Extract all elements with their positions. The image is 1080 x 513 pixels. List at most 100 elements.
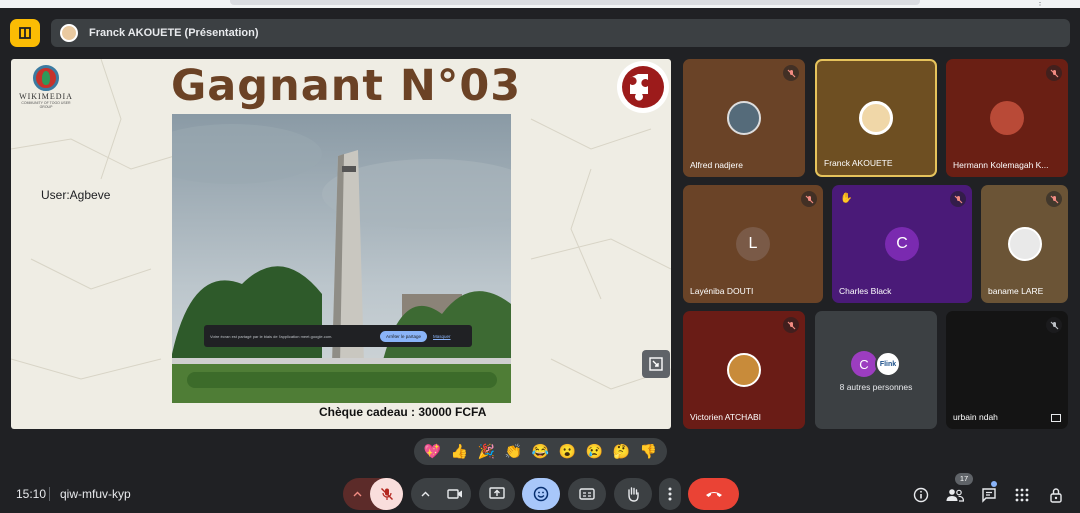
captions-icon	[579, 488, 595, 500]
mic-off-icon	[380, 488, 393, 500]
meeting-code: qiw-mfuv-kyp	[60, 487, 131, 501]
prize-label: Chèque cadeau : 30000 FCFA	[319, 405, 487, 419]
reaction-laugh[interactable]: 😂	[532, 443, 549, 460]
logo-subtitle: COMMUNITY OF TOGO USER GROUP	[21, 101, 71, 109]
others-count-label: 8 autres personnes	[839, 382, 913, 392]
chat-icon	[982, 488, 996, 503]
camera-options-button[interactable]	[417, 486, 433, 502]
end-call-button[interactable]	[688, 478, 739, 510]
more-options-button[interactable]	[659, 478, 681, 510]
browser-top-strip: ⋮	[0, 0, 1080, 8]
presenter-bar: Franck AKOUETE (Présentation)	[51, 19, 1070, 47]
mic-off-icon	[1046, 65, 1062, 81]
participant-tile[interactable]: urbain ndah	[946, 311, 1068, 429]
presenter-avatar	[60, 24, 78, 42]
participant-tile[interactable]: Victorien ATCHABI	[683, 311, 805, 429]
participant-tile[interactable]: L Layéniba DOUTI	[683, 185, 823, 303]
raise-hand-icon	[628, 487, 639, 502]
chat-notification-dot	[991, 481, 997, 487]
end-call-icon	[705, 492, 722, 497]
participant-tile[interactable]: ✋ C Charles Black	[832, 185, 972, 303]
reaction-heart[interactable]: 💖	[424, 443, 441, 460]
wikipedia-puzzle-logo	[617, 61, 669, 113]
reaction-surprised[interactable]: 😮	[559, 443, 576, 460]
winner-username: User:Agbeve	[41, 188, 111, 202]
clock: 15:10	[16, 487, 47, 501]
unpin-presentation-button[interactable]	[642, 350, 670, 378]
avatar	[859, 101, 893, 135]
other-participants-tile[interactable]: C Flink 8 autres personnes	[815, 311, 937, 429]
avatar-letter: L	[736, 227, 770, 261]
mic-off-icon	[1046, 191, 1062, 207]
raise-hand-icon: ✋	[840, 193, 853, 204]
pin-button[interactable]	[10, 19, 40, 47]
participant-name: Alfred nadjere	[690, 160, 743, 170]
chevron-up-icon	[421, 491, 429, 497]
participant-tile-active-speaker[interactable]: Franck AKOUETE	[815, 59, 937, 177]
camera-icon	[446, 489, 462, 499]
host-controls-button[interactable]	[1041, 480, 1071, 510]
presenter-name: Franck AKOUETE (Présentation)	[89, 27, 259, 39]
lock-icon	[1050, 488, 1062, 503]
meeting-details-button[interactable]	[906, 480, 936, 510]
captions-button[interactable]	[568, 478, 606, 510]
participant-name: Victorien ATCHABI	[690, 412, 762, 422]
participant-name: Franck AKOUETE	[824, 158, 893, 168]
slide-title: Gagnant N°03	[171, 61, 522, 111]
apps-icon	[1015, 488, 1029, 502]
sharing-indicator-bar	[230, 0, 920, 5]
emoji-reactions-button[interactable]	[522, 478, 560, 510]
reaction-thumbs-down[interactable]: 👎	[640, 443, 657, 460]
chevron-up-icon	[353, 491, 361, 497]
activities-button[interactable]	[1007, 480, 1037, 510]
hide-notice-link[interactable]: Masquer	[433, 334, 451, 339]
reaction-clap[interactable]: 👏	[505, 443, 522, 460]
puzzle-icon	[622, 66, 664, 108]
raise-hand-button[interactable]	[614, 478, 652, 510]
present-button[interactable]	[479, 478, 515, 510]
presentation-slide: WIKIMEDIA COMMUNITY OF TOGO USER GROUP G…	[11, 59, 671, 429]
emoji-icon	[533, 486, 549, 502]
logo-title: WIKIMEDIA	[19, 92, 73, 101]
people-icon	[946, 489, 964, 502]
reaction-thinking[interactable]: 🤔	[613, 443, 630, 460]
participant-tile[interactable]: Alfred nadjere	[683, 59, 805, 177]
wikimedia-globe-icon	[33, 65, 59, 91]
reaction-sad[interactable]: 😢	[586, 443, 603, 460]
divider	[49, 487, 50, 501]
minimize-icon	[649, 357, 663, 371]
screen-icon	[1051, 414, 1061, 422]
chat-button[interactable]	[974, 480, 1004, 510]
participant-name: urbain ndah	[953, 412, 998, 422]
reactions-bar: 💖 👍 🎉 👏 😂 😮 😢 🤔 👎	[414, 438, 667, 465]
present-icon	[489, 487, 505, 499]
camera-control-group	[411, 478, 471, 510]
share-notice-text: Votre écran est partagé par le biais de …	[210, 333, 333, 339]
more-icon	[668, 487, 672, 501]
avatar	[727, 101, 761, 135]
participant-name: Layéniba DOUTI	[690, 286, 754, 296]
avatar-letter: C	[851, 351, 877, 377]
mic-off-icon	[950, 191, 966, 207]
avatar	[727, 353, 761, 387]
info-icon	[913, 487, 929, 503]
stop-sharing-button[interactable]: Arrêter le partage	[380, 330, 428, 342]
participant-name: Charles Black	[839, 286, 892, 296]
reaction-party[interactable]: 🎉	[478, 443, 495, 460]
mic-off-icon	[801, 191, 817, 207]
flink-avatar: Flink	[875, 351, 901, 377]
mic-off-icon	[783, 317, 799, 333]
camera-toggle-button[interactable]	[438, 478, 471, 510]
avatar-letter: C	[885, 227, 919, 261]
mic-options-button[interactable]	[349, 486, 365, 502]
mic-toggle-button[interactable]	[370, 478, 403, 510]
participant-tile[interactable]: baname LARE	[981, 185, 1068, 303]
reaction-thumbs-up[interactable]: 👍	[451, 443, 468, 460]
participant-name: Hermann Kolemagah K...	[953, 160, 1049, 170]
pin-icon	[19, 27, 31, 39]
participant-tile[interactable]: Hermann Kolemagah K...	[946, 59, 1068, 177]
more-icon[interactable]: ⋮	[1036, 0, 1050, 7]
mic-off-icon	[1046, 317, 1062, 333]
people-button[interactable]	[940, 480, 970, 510]
avatar	[990, 101, 1024, 135]
